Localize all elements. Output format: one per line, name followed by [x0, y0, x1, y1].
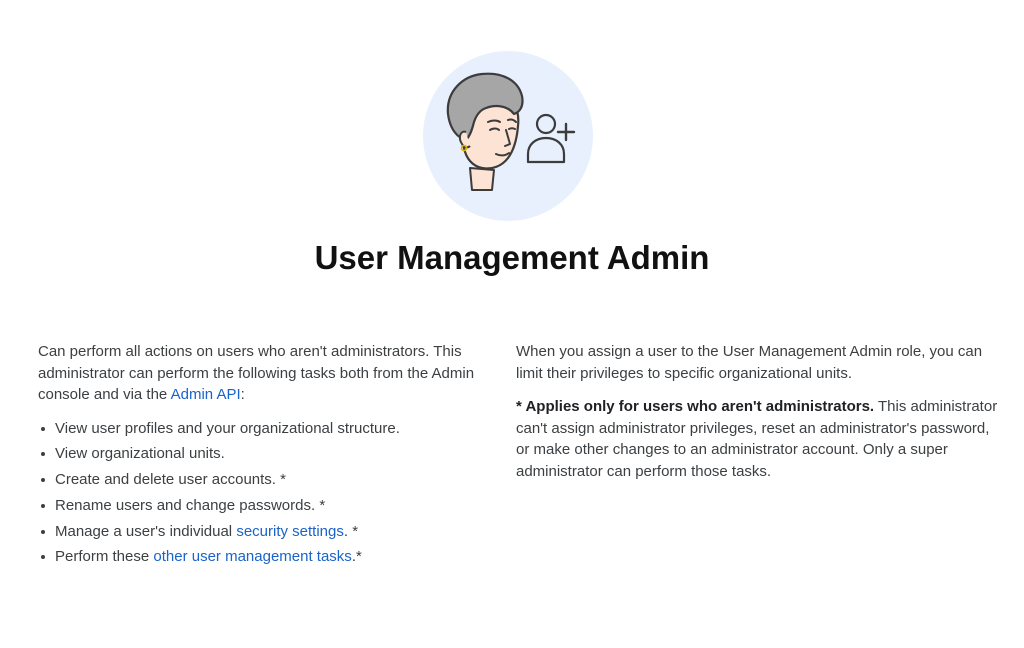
note-heading: * Applies only for users who aren't admi… [516, 398, 875, 415]
right-column: When you assign a user to the User Manag… [516, 341, 998, 482]
list-item: Rename users and change passwords. * [38, 495, 488, 517]
other-user-management-tasks-link[interactable]: other user management tasks [153, 548, 351, 565]
note-paragraph: * Applies only for users who aren't admi… [516, 396, 998, 482]
list-item-text: Perform these [55, 548, 154, 566]
intro-text: Can perform all actions on users who are… [38, 343, 475, 403]
list-item-suffix: . * [343, 522, 359, 540]
list-item-text: Manage a user's individual [55, 522, 237, 540]
list-item-suffix: .* [351, 548, 362, 566]
hero-illustration [422, 50, 594, 222]
person-with-add-user-icon [423, 51, 593, 221]
list-item: Manage a user's individual security sett… [38, 521, 488, 543]
scope-paragraph: When you assign a user to the User Manag… [516, 343, 983, 382]
page-title: User Management Admin [314, 239, 710, 276]
intro-paragraph: Can perform all actions on users who are… [38, 341, 488, 406]
admin-api-link[interactable]: Admin API [171, 386, 241, 403]
task-list: View user profiles and your organization… [38, 418, 488, 568]
list-item: View organizational units. [38, 443, 488, 465]
list-item: Perform these other user management task… [38, 546, 488, 568]
list-item: View user profiles and your organization… [38, 418, 488, 440]
left-column: Can perform all actions on users who are… [38, 341, 488, 572]
intro-colon: : [240, 386, 245, 403]
security-settings-link[interactable]: security settings [236, 523, 344, 540]
list-item: Create and delete user accounts. * [38, 469, 488, 491]
